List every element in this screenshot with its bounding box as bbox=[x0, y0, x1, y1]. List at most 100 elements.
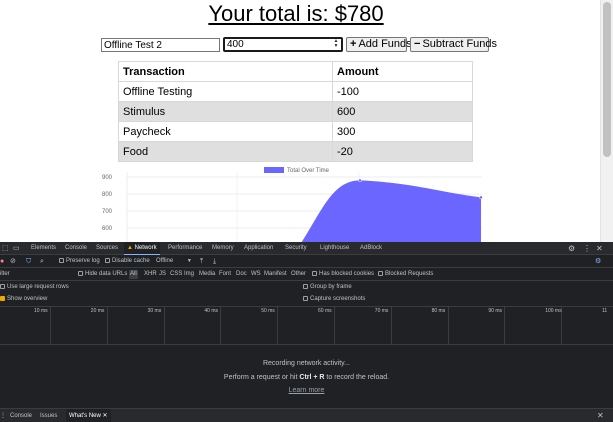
timeline-tick-label: 10 ms bbox=[34, 308, 48, 314]
page-scrollbar[interactable] bbox=[600, 0, 613, 242]
amount-value: 400 bbox=[227, 39, 244, 50]
dropdown-arrow-icon: ▼ bbox=[186, 258, 192, 264]
learn-more-link[interactable]: Learn more bbox=[0, 387, 613, 394]
network-settings-icon[interactable]: ⚙ bbox=[595, 255, 601, 268]
filter-ws[interactable]: WS bbox=[251, 268, 261, 281]
timeline-gridline bbox=[106, 307, 108, 345]
total-over-time-chart: Total Over Time 900 800 700 600 bbox=[102, 167, 483, 242]
clear-icon[interactable]: ⊘ bbox=[10, 255, 16, 268]
close-drawer-icon[interactable]: ✕ bbox=[597, 409, 604, 422]
close-devtools-icon[interactable]: ✕ bbox=[596, 242, 603, 255]
filter-all[interactable]: All bbox=[129, 270, 138, 279]
minus-icon: − bbox=[414, 38, 421, 50]
inspect-icon[interactable]: ⬚ bbox=[2, 242, 9, 255]
transaction-amount-input[interactable]: 400 ▲ ▼ bbox=[223, 37, 343, 52]
tab-application[interactable]: Application bbox=[244, 242, 273, 255]
record-icon[interactable]: ● bbox=[0, 255, 4, 268]
search-icon[interactable]: ⌕ bbox=[40, 255, 44, 268]
group-by-frame-checkbox[interactable]: Group by frame bbox=[303, 281, 352, 293]
row-name: Food bbox=[118, 141, 333, 162]
more-menu-icon[interactable]: ⋮ bbox=[583, 242, 591, 255]
y-tick-label: 600 bbox=[102, 226, 113, 232]
drawer-tab-whats-new[interactable]: What's New ✕ bbox=[66, 409, 111, 422]
tab-elements[interactable]: Elements bbox=[31, 242, 56, 255]
preserve-log-checkbox[interactable]: Preserve log bbox=[59, 255, 100, 268]
filter-media[interactable]: Media bbox=[199, 268, 215, 281]
filter-font[interactable]: Font bbox=[219, 268, 231, 281]
y-tick-label: 800 bbox=[102, 192, 113, 198]
filter-js[interactable]: JS bbox=[159, 268, 166, 281]
network-empty-state: Recording network activity... Perform a … bbox=[0, 345, 613, 407]
header-transaction: Transaction bbox=[118, 61, 333, 82]
table-header-row: Transaction Amount bbox=[118, 61, 473, 82]
close-tab-icon[interactable]: ✕ bbox=[103, 413, 108, 419]
plus-icon: + bbox=[350, 38, 357, 50]
blocked-requests-checkbox[interactable]: Blocked Requests bbox=[378, 268, 433, 281]
scrollbar-thumb[interactable] bbox=[603, 2, 611, 157]
timeline-tick-label: 20 ms bbox=[90, 308, 105, 314]
network-options: Use large request rows Show overview Gro… bbox=[0, 281, 613, 307]
show-overview-checkbox[interactable]: Show overview bbox=[0, 293, 47, 305]
drawer-menu-icon[interactable]: ⋮ bbox=[0, 409, 6, 422]
filter-xhr[interactable]: XHR bbox=[144, 268, 157, 281]
network-timeline-overview[interactable]: 10 ms 20 ms 30 ms 40 ms 50 ms 60 ms 70 ms 80 ms… bbox=[0, 307, 613, 345]
timeline-tick-label: 11 bbox=[602, 308, 608, 314]
tab-sources[interactable]: Sources bbox=[96, 242, 118, 255]
warning-icon: ▲ bbox=[127, 245, 133, 251]
tab-security[interactable]: Security bbox=[285, 242, 307, 255]
timeline-tick-label: 60 ms bbox=[318, 308, 332, 314]
row-amount: -20 bbox=[332, 141, 473, 162]
import-har-icon[interactable]: ⤒ bbox=[200, 255, 203, 268]
row-amount: 300 bbox=[332, 121, 473, 142]
filter-manifest[interactable]: Manifest bbox=[264, 268, 287, 281]
timeline-tick-label: 90 ms bbox=[488, 308, 503, 314]
table-row: Food -20 bbox=[118, 141, 473, 162]
add-funds-button[interactable]: + Add Funds bbox=[346, 37, 412, 52]
export-har-icon[interactable]: ⤓ bbox=[213, 255, 216, 268]
subtract-funds-button[interactable]: − Subtract Funds bbox=[410, 37, 497, 52]
tab-memory[interactable]: Memory bbox=[212, 242, 234, 255]
row-amount: -100 bbox=[332, 81, 473, 102]
total-heading: Your total is: $780 bbox=[208, 1, 384, 26]
row-name: Offline Testing bbox=[118, 81, 333, 102]
table-row: Stimulus 600 bbox=[118, 101, 473, 122]
tab-adblock[interactable]: AdBlock bbox=[360, 242, 382, 255]
timeline-tick-label: 30 ms bbox=[147, 308, 162, 314]
header-amount: Amount bbox=[332, 61, 473, 82]
recording-message: Recording network activity... bbox=[262, 360, 350, 367]
large-rows-checkbox[interactable]: Use large request rows bbox=[0, 281, 69, 293]
filter-other[interactable]: Other bbox=[291, 268, 306, 281]
filter-doc[interactable]: Doc bbox=[236, 268, 247, 281]
tab-network[interactable]: ▲ Network bbox=[124, 242, 160, 255]
timeline-tick-label: 50 ms bbox=[261, 308, 275, 314]
disable-cache-checkbox[interactable]: Disable cache bbox=[105, 255, 150, 268]
table-row: Paycheck 300 bbox=[118, 121, 473, 142]
transaction-name-input[interactable] bbox=[101, 38, 220, 52]
hide-data-urls-checkbox[interactable]: Hide data URLs bbox=[78, 268, 127, 281]
network-filter-bar: ilter Hide data URLs All XHR JS CSS Img … bbox=[0, 268, 613, 281]
row-name: Stimulus bbox=[118, 101, 333, 122]
number-spinner-icon[interactable]: ▲ ▼ bbox=[332, 39, 340, 50]
devtools-tab-bar: ⬚ ▭ Elements Console Sources ▲ Network P… bbox=[0, 242, 613, 255]
device-toggle-icon[interactable]: ▭ bbox=[13, 242, 20, 255]
has-blocked-cookies-checkbox[interactable]: Has blocked cookies bbox=[312, 268, 374, 281]
app-page: Your total is: $780 400 ▲▼ +Add Funds −S… bbox=[0, 0, 600, 242]
timeline-tick-label: 80 ms bbox=[431, 308, 446, 314]
filter-css[interactable]: CSS bbox=[170, 268, 182, 281]
legend-swatch bbox=[264, 167, 284, 173]
filter-icon[interactable]: ⛉ bbox=[26, 255, 31, 268]
row-name: Paycheck bbox=[118, 121, 333, 142]
filter-img[interactable]: Img bbox=[184, 268, 194, 281]
throttling-select[interactable]: Offline ▼ bbox=[156, 255, 192, 268]
tab-console[interactable]: Console bbox=[65, 242, 87, 255]
capture-screenshots-checkbox[interactable]: Capture screenshots bbox=[303, 293, 365, 305]
filter-input[interactable]: ilter bbox=[0, 268, 10, 281]
timeline-gridline bbox=[504, 307, 506, 345]
timeline-gridline bbox=[390, 307, 392, 345]
drawer-tab-issues[interactable]: Issues bbox=[40, 409, 57, 422]
tab-lighthouse[interactable]: Lighthouse bbox=[320, 242, 349, 255]
timeline-tick-label: 100 ms bbox=[545, 308, 562, 314]
drawer-tab-console[interactable]: Console bbox=[10, 409, 32, 422]
settings-gear-icon[interactable]: ⚙ bbox=[568, 242, 575, 255]
tab-performance[interactable]: Performance bbox=[168, 242, 202, 255]
